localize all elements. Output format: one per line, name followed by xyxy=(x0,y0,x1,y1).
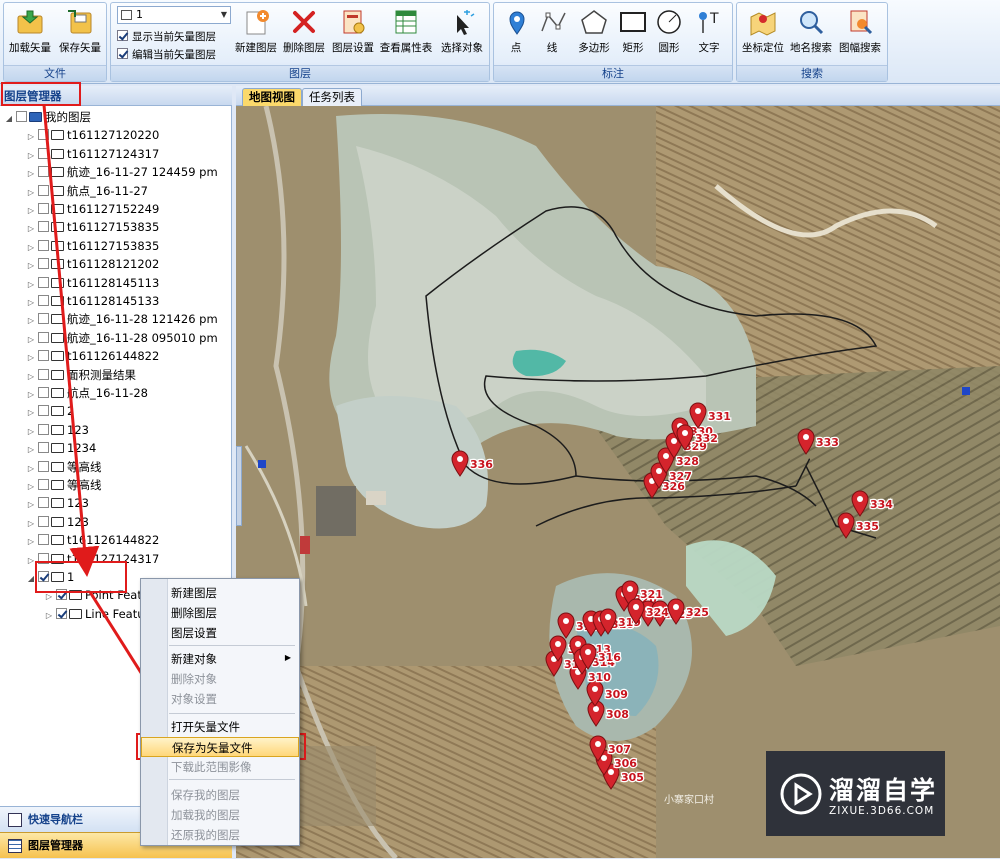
watermark-logo: 溜溜自学 ZIXUE.3D66.COM xyxy=(766,751,945,836)
context-menu-item: 下载此范围影像 xyxy=(171,760,252,774)
context-menu-item[interactable]: 删除图层 xyxy=(171,603,217,623)
context-menu-item: 删除对象 xyxy=(171,672,217,686)
context-menu-item: 保存我的图层 xyxy=(171,788,240,802)
context-menu-item[interactable]: 新建图层 xyxy=(171,583,217,603)
context-menu-item[interactable]: 图层设置 xyxy=(171,623,217,643)
context-menu-item: 对象设置 xyxy=(171,692,217,706)
context-menu-item: 加载我的图层 xyxy=(171,808,240,822)
context-menu-item[interactable]: 保存为矢量文件 xyxy=(141,737,299,757)
watermark-url: ZIXUE.3D66.COM xyxy=(829,805,935,817)
context-menu-item[interactable]: 打开矢量文件 xyxy=(171,717,240,737)
play-logo-icon xyxy=(780,773,822,815)
watermark-title: 溜溜自学 xyxy=(829,776,938,805)
menu-separator xyxy=(169,645,295,646)
context-menu-item: 还原我的图层 xyxy=(171,828,240,842)
submenu-arrow-icon: ▶ xyxy=(284,653,291,662)
layer-context-menu: 新建图层 删除图层 图层设置新建对象 ▶ 删除对象对象设置打开矢量文件 保存为矢量文件下载… xyxy=(140,578,300,846)
menu-separator xyxy=(169,713,295,714)
context-menu-item[interactable]: 新建对象 xyxy=(171,649,217,669)
menu-separator xyxy=(169,779,295,780)
